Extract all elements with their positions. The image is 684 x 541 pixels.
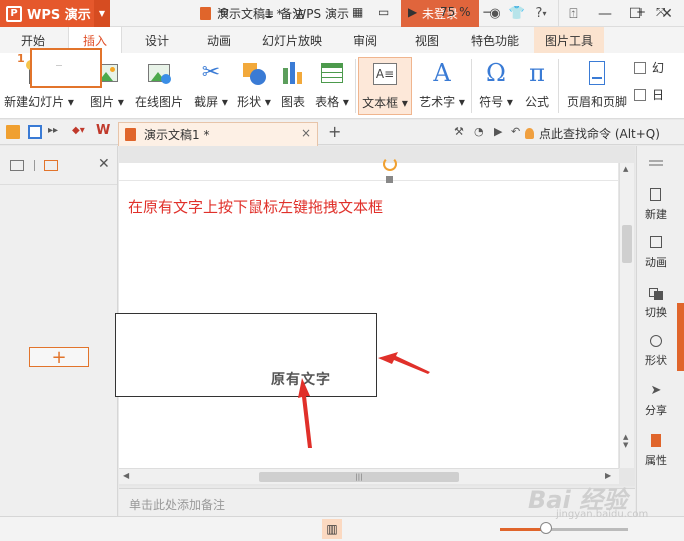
panel-animation[interactable]: 动画 bbox=[636, 236, 676, 270]
panel-transition-label: 切换 bbox=[645, 306, 667, 319]
scroll-up-icon[interactable]: ▲ bbox=[623, 165, 628, 173]
sorter-view-icon[interactable]: ▦ bbox=[352, 5, 363, 19]
panel-transition[interactable]: 切换 bbox=[636, 286, 676, 320]
horizontal-scroll-thumb[interactable]: ||| bbox=[259, 472, 459, 482]
panel-properties[interactable]: 属性 bbox=[636, 434, 676, 468]
baidu-watermark: Bai 经验 jingyan.baidu.com bbox=[528, 480, 678, 525]
panel-shape-label: 形状 bbox=[645, 354, 667, 367]
zoom-level: 75 % bbox=[440, 5, 471, 19]
zoom-out-icon[interactable]: − bbox=[482, 5, 492, 19]
transition-icon bbox=[648, 286, 664, 300]
fit-window-icon[interactable]: ⤧ bbox=[656, 5, 666, 20]
arrow-right-annotation bbox=[378, 352, 430, 374]
shape-panel-icon bbox=[648, 334, 664, 348]
panel-share-label: 分享 bbox=[645, 404, 667, 417]
properties-icon bbox=[648, 434, 664, 448]
panel-new-label: 新建 bbox=[645, 208, 667, 221]
panel-new[interactable]: 新建 bbox=[636, 188, 676, 222]
arrow-up-annotation bbox=[298, 378, 312, 448]
vertical-scrollbar[interactable]: ▲ ▲ ▼ bbox=[619, 163, 634, 468]
scroll-down-icon[interactable]: ▲ ▼ bbox=[623, 433, 628, 449]
normal-view-icon[interactable]: ▥ bbox=[322, 519, 342, 539]
panel-shape[interactable]: 形状 bbox=[636, 334, 676, 368]
panel-properties-label: 属性 bbox=[645, 454, 667, 467]
zoom-slider[interactable] bbox=[500, 528, 628, 531]
history-status-icon[interactable]: ⟲ bbox=[218, 5, 228, 19]
watermark-url: jingyan.baidu.com bbox=[556, 509, 649, 520]
notes-toggle[interactable]: ≡ 备注 bbox=[264, 5, 304, 22]
notes-toggle-label: 备注 bbox=[280, 7, 305, 21]
annotation-arrows bbox=[298, 352, 430, 448]
reading-view-icon[interactable]: ▭ bbox=[378, 5, 389, 19]
panel-expand-handle[interactable] bbox=[677, 303, 684, 371]
zoom-in-icon[interactable]: + bbox=[636, 5, 646, 19]
new-icon bbox=[648, 188, 664, 202]
scroll-right-icon[interactable]: ▶ bbox=[605, 471, 611, 480]
panel-share[interactable]: ➤ 分享 bbox=[636, 384, 676, 418]
notes-icon: ≡ bbox=[264, 6, 275, 21]
animation-icon bbox=[648, 236, 664, 250]
vertical-scroll-thumb[interactable] bbox=[622, 225, 632, 263]
scroll-left-icon[interactable]: ◀ bbox=[123, 471, 129, 480]
panel-animation-label: 动画 bbox=[645, 256, 667, 269]
paper-plane-icon: ➤ bbox=[650, 383, 662, 398]
slideshow-view-icon[interactable]: ▶ bbox=[408, 5, 417, 19]
